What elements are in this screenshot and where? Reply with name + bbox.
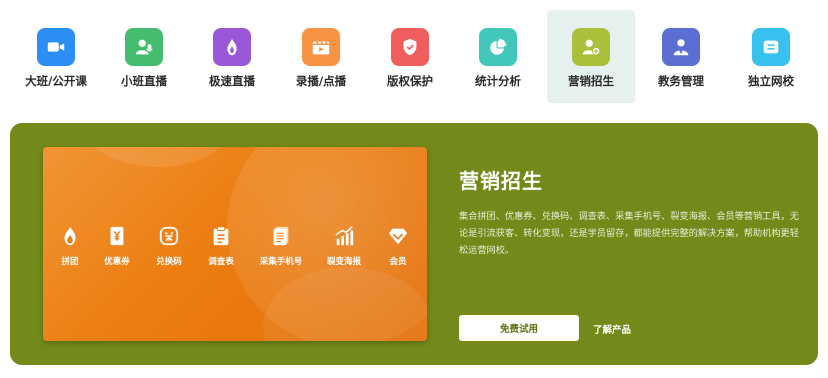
section-description: 集合拼团、优惠券、兑换码、调查表、采集手机号、裂变海报、会员等营销工具，无论是引… [459, 211, 799, 256]
nav-label: 教务管理 [658, 74, 704, 88]
feature-label: 优惠券 [104, 257, 130, 267]
nav-label: 版权保护 [387, 74, 433, 88]
decor-circle [83, 147, 233, 167]
promo-card: 拼团 优惠券 兑换码 调查表 采集手机号 裂变海报 会员 [43, 147, 427, 341]
redeem-code-icon [159, 226, 179, 246]
feature-member[interactable]: 会员 [370, 225, 426, 275]
learn-product-link[interactable]: 了解产品 [593, 322, 631, 336]
nav-item-statistics[interactable]: 统计分析 [454, 10, 542, 103]
nav-item-online-school[interactable]: 独立网校 [727, 10, 815, 103]
feature-coupon[interactable]: 优惠券 [89, 225, 145, 275]
free-trial-button[interactable]: 免费试用 [459, 315, 579, 341]
flame-icon [213, 28, 251, 66]
feature-label: 兑换码 [156, 257, 182, 267]
nav-item-recorded[interactable]: 录播/点播 [277, 10, 365, 103]
feature-redeem-code[interactable]: 兑换码 [141, 225, 197, 275]
nav-label: 录播/点播 [295, 74, 347, 88]
nav-item-fast-live[interactable]: 极速直播 [188, 10, 276, 103]
nav-label: 大班/公开课 [25, 74, 87, 88]
group-buy-flame-icon [64, 226, 76, 246]
nav-item-academic[interactable]: 教务管理 [637, 10, 725, 103]
feature-survey[interactable]: 调查表 [193, 225, 249, 275]
nav-label: 统计分析 [475, 74, 521, 88]
marketing-banner: 拼团 优惠券 兑换码 调查表 采集手机号 裂变海报 会员 营销招生 集合拼团、优… [10, 123, 818, 365]
feature-label: 调查表 [208, 257, 234, 267]
feature-label: 裂变海报 [326, 257, 361, 267]
feature-fission-poster[interactable]: 裂变海报 [316, 225, 372, 275]
user-mic-icon [125, 28, 163, 66]
feature-label: 采集手机号 [259, 257, 303, 267]
feature-collect-phone[interactable]: 采集手机号 [253, 225, 309, 275]
nav-label: 极速直播 [209, 74, 255, 88]
document-list-icon [273, 226, 289, 246]
video-camera-icon [37, 28, 75, 66]
nav-item-large-class[interactable]: 大班/公开课 [12, 10, 100, 103]
nav-label: 独立网校 [748, 74, 794, 88]
product-nav: 大班/公开课 小班直播 极速直播 录播/点播 版权保护 统计分析 营销招生 教务… [0, 10, 828, 103]
section-title: 营销招生 [459, 169, 543, 193]
feature-label: 会员 [389, 257, 407, 267]
school-card-icon [752, 28, 790, 66]
clipboard-icon [213, 226, 229, 246]
coupon-yen-icon [110, 226, 124, 246]
user-add-icon [572, 28, 610, 66]
nav-label: 营销招生 [568, 74, 614, 88]
nav-item-marketing[interactable]: 营销招生 [547, 10, 635, 103]
nav-label: 小班直播 [121, 74, 167, 88]
bar-trend-icon [335, 226, 354, 246]
pie-chart-icon [479, 28, 517, 66]
clapperboard-icon [302, 28, 340, 66]
shield-check-icon [391, 28, 429, 66]
nav-item-copyright[interactable]: 版权保护 [366, 10, 454, 103]
diamond-icon [388, 228, 408, 245]
nav-item-small-class[interactable]: 小班直播 [100, 10, 188, 103]
teacher-icon [662, 28, 700, 66]
